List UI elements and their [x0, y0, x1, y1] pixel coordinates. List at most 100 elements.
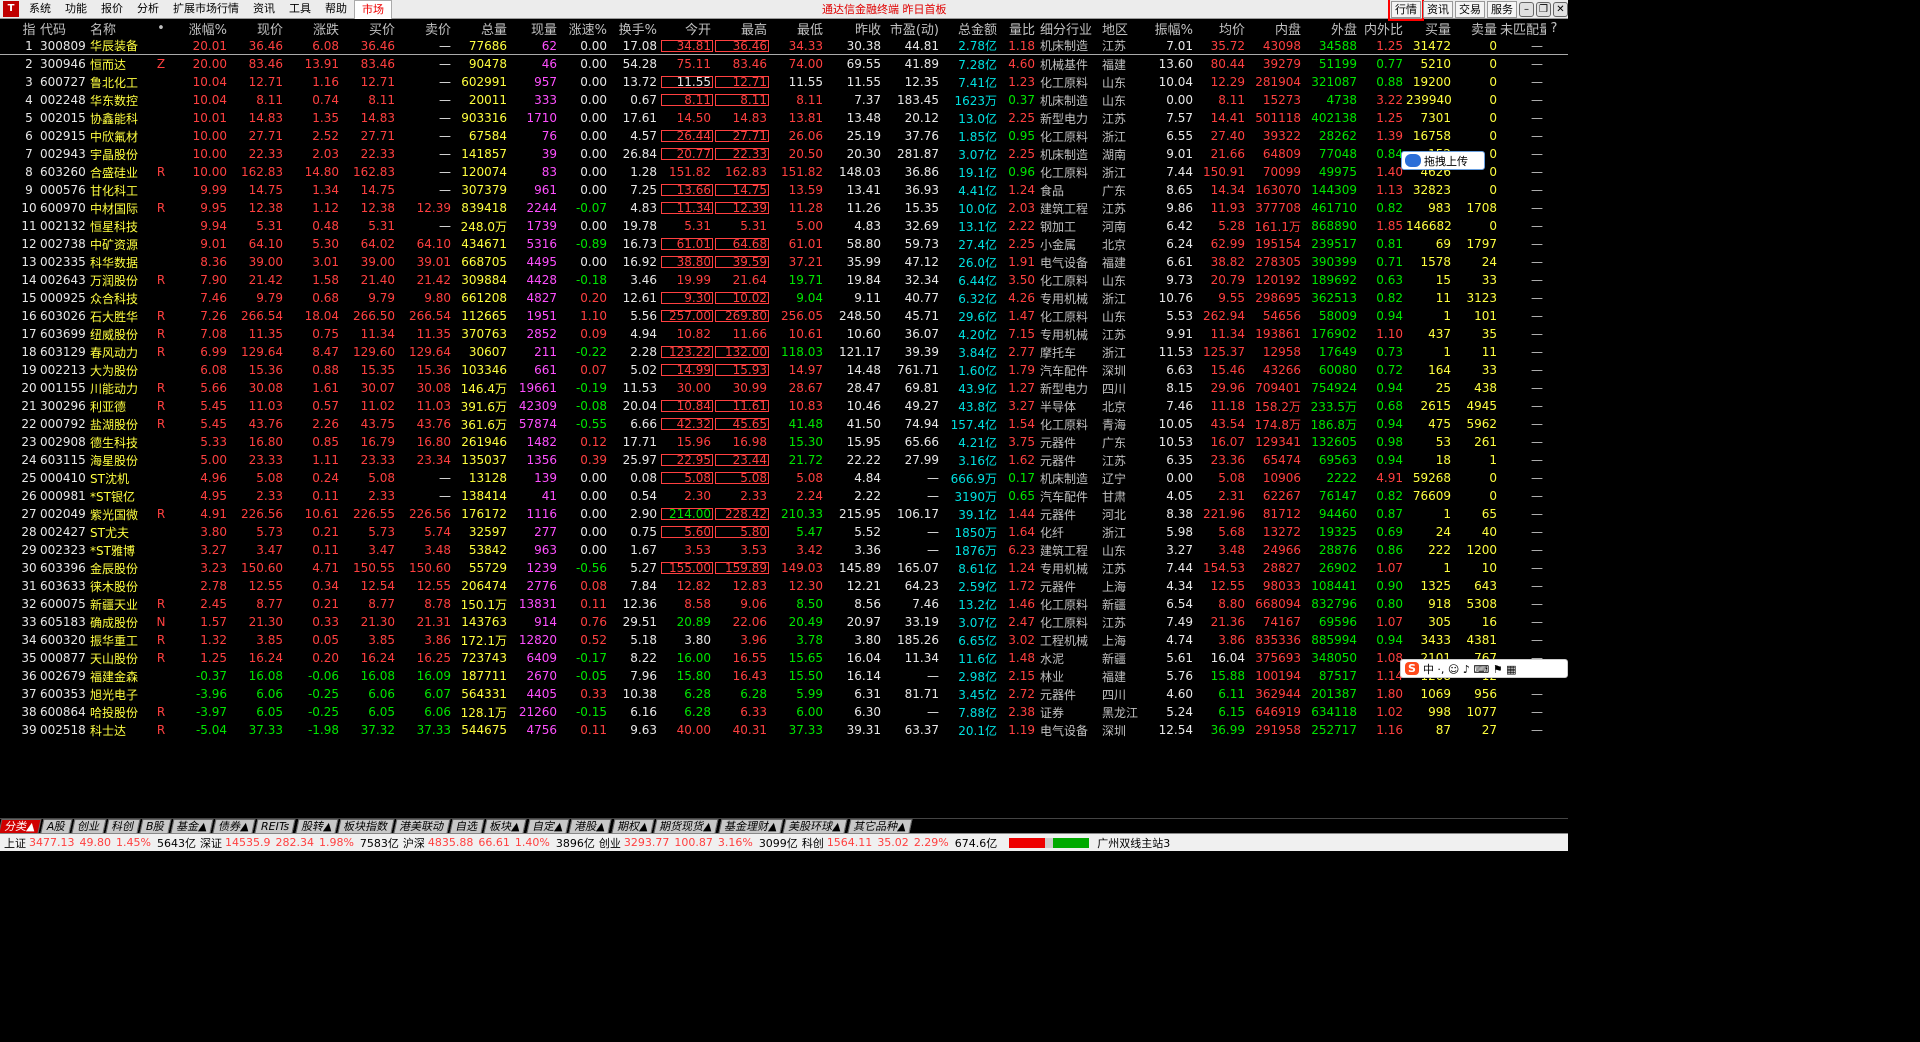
tab-2[interactable]: 创业 — [71, 819, 107, 833]
menu-market[interactable]: 市场 — [354, 0, 392, 19]
column-header[interactable]: 总金额 — [942, 19, 1000, 38]
column-header[interactable]: 内外比 — [1360, 19, 1406, 38]
table-row[interactable]: 19 002213 大为股份 6.08 15.36 0.88 15.35 15.36 10334… — [0, 361, 1568, 379]
column-header[interactable]: 均价 — [1196, 19, 1248, 38]
table-row[interactable]: 1 300809 华辰装备 20.01 36.46 6.08 36.46 — 77686 62 0.… — [0, 37, 1568, 55]
table-row[interactable]: 16 603026 石大胜华 R 7.26 266.54 18.04 266.50 266.54… — [0, 307, 1568, 325]
table-row[interactable]: 30 603396 金辰股份 3.23 150.60 4.71 150.55 150.60 55… — [0, 559, 1568, 577]
tab-16[interactable]: 期货现货▲ — [653, 819, 720, 833]
column-header[interactable]: 总量 — [454, 19, 510, 38]
menu-item[interactable]: 功能 — [58, 0, 94, 18]
table-row[interactable]: 8 603260 合盛硅业 R 10.00 162.83 14.80 162.83 — 12007… — [0, 163, 1568, 181]
column-header[interactable]: 市盈(动) — [884, 19, 942, 38]
column-header[interactable]: ? — [1546, 21, 1562, 36]
column-header[interactable]: 现量 — [510, 19, 560, 38]
trade-button[interactable]: 交易 — [1455, 1, 1485, 18]
column-header[interactable]: 代码 — [38, 19, 88, 38]
tab-6[interactable]: 债券▲ — [212, 819, 256, 833]
table-row[interactable]: 11 002132 恒星科技 9.94 5.31 0.48 5.31 — 248.0万 1739 0… — [0, 217, 1568, 235]
table-row[interactable]: 35 000877 天山股份 R 1.25 16.24 0.20 16.24 16.25 7237… — [0, 649, 1568, 667]
table-row[interactable]: 31 603633 徕木股份 2.78 12.55 0.34 12.54 12.55 20647… — [0, 577, 1568, 595]
table-row[interactable]: 22 000792 盐湖股份 R 5.45 43.76 2.26 43.75 43.76 361.… — [0, 415, 1568, 433]
tab-18[interactable]: 美股环球▲ — [782, 819, 849, 833]
tab-1[interactable]: A股 — [40, 819, 73, 833]
column-header[interactable]: 最高 — [714, 19, 770, 38]
upload-widget[interactable]: 拖拽上传 — [1401, 151, 1485, 170]
column-header[interactable]: 名称 — [88, 19, 148, 38]
menu-item[interactable]: 扩展市场行情 — [166, 0, 246, 18]
minimize-icon[interactable]: – — [1519, 2, 1534, 17]
table-row[interactable]: 34 600320 振华重工 R 1.32 3.85 0.05 3.85 3.86 172.1万 1… — [0, 631, 1568, 649]
table-row[interactable]: 39 002518 科士达 R -5.04 37.33 -1.98 37.32 37.33 544… — [0, 721, 1568, 739]
news-button[interactable]: 资讯 — [1423, 1, 1453, 18]
table-row[interactable]: 2 300946 恒而达 Z 20.00 83.46 13.91 83.46 — 90478 46 0… — [0, 55, 1568, 73]
table-row[interactable]: 12 002738 中矿资源 9.01 64.10 5.30 64.02 64.10 43467… — [0, 235, 1568, 253]
table-row[interactable]: 29 002323 *ST雅博 3.27 3.47 0.11 3.47 3.48 53842 96… — [0, 541, 1568, 559]
column-header[interactable]: 涨速% — [560, 19, 610, 38]
tab-4[interactable]: B股 — [139, 819, 172, 833]
column-header[interactable]: 今开 — [660, 19, 714, 38]
column-header[interactable]: 现价 — [230, 19, 286, 38]
column-header[interactable]: 卖价 — [398, 19, 454, 38]
tab-13[interactable]: 自定▲ — [526, 819, 570, 833]
menu-item[interactable]: 工具 — [282, 0, 318, 18]
table-row[interactable]: 7 002943 宇晶股份 10.00 22.33 2.03 22.33 — 141857 39 0… — [0, 145, 1568, 163]
column-header[interactable]: 买量 — [1406, 19, 1454, 38]
table-row[interactable]: 21 300296 利亚德 R 5.45 11.03 0.57 11.02 11.03 391.6… — [0, 397, 1568, 415]
column-header[interactable]: 振幅% — [1142, 19, 1196, 38]
column-header[interactable]: 昨收 — [826, 19, 884, 38]
tab-17[interactable]: 基金理财▲ — [718, 819, 784, 833]
tab-12[interactable]: 板块▲ — [483, 819, 528, 833]
table-row[interactable]: 23 002908 德生科技 5.33 16.80 0.85 16.79 16.80 26194… — [0, 433, 1568, 451]
column-header[interactable]: 买价 — [342, 19, 398, 38]
service-button[interactable]: 服务 — [1487, 1, 1517, 18]
table-row[interactable]: 4 002248 华东数控 10.04 8.11 0.74 8.11 — 20011 333 0.0… — [0, 91, 1568, 109]
tab-5[interactable]: 基金▲ — [170, 819, 214, 833]
menu-item[interactable]: 分析 — [130, 0, 166, 18]
tab-14[interactable]: 港股▲ — [568, 819, 613, 833]
table-row[interactable]: 27 002049 紫光国微 R 4.91 226.56 10.61 226.55 226.56… — [0, 505, 1568, 523]
column-header[interactable]: 换手% — [610, 19, 660, 38]
column-header[interactable]: 涨幅% — [174, 19, 230, 38]
table-row[interactable]: 36 002679 福建金森 -0.37 16.08 -0.06 16.08 16.09 187… — [0, 667, 1568, 685]
table-row[interactable]: 25 000410 ST沈机 4.96 5.08 0.24 5.08 — 13128 139 0.0… — [0, 469, 1568, 487]
close-icon[interactable]: ✕ — [1553, 2, 1568, 17]
tab-3[interactable]: 科创 — [105, 819, 141, 833]
menu-item[interactable]: 系统 — [22, 0, 58, 18]
tab-9[interactable]: 板块指数 — [337, 819, 395, 833]
table-row[interactable]: 15 000925 众合科技 7.46 9.79 0.68 9.79 9.80 661208 48… — [0, 289, 1568, 307]
column-header[interactable]: 量比 — [1000, 19, 1038, 38]
tab-10[interactable]: 港美联动 — [393, 819, 451, 833]
table-row[interactable]: 20 001155 川能动力 R 5.66 30.08 1.61 30.07 30.08 146.… — [0, 379, 1568, 397]
column-header[interactable]: 地区 — [1100, 19, 1142, 38]
table-row[interactable]: 5 002015 协鑫能科 10.01 14.83 1.35 14.83 — 903316 171… — [0, 109, 1568, 127]
table-row[interactable]: 33 605183 确成股份 N 1.57 21.30 0.33 21.30 21.31 1437… — [0, 613, 1568, 631]
table-row[interactable]: 32 600075 新疆天业 R 2.45 8.77 0.21 8.77 8.78 150.1万 1… — [0, 595, 1568, 613]
table-row[interactable]: 24 603115 海星股份 5.00 23.33 1.11 23.33 23.34 13503… — [0, 451, 1568, 469]
table-row[interactable]: 38 600864 哈投股份 R -3.97 6.05 -0.25 6.05 6.06 128.1… — [0, 703, 1568, 721]
column-header[interactable]: 涨跌 — [286, 19, 342, 38]
table-row[interactable]: 6 002915 中欣氟材 10.00 27.71 2.52 27.71 — 67584 76 0.… — [0, 127, 1568, 145]
column-header[interactable]: 细分行业 — [1038, 19, 1100, 38]
column-header[interactable]: 外盘 — [1304, 19, 1360, 38]
column-header[interactable]: 最低 — [770, 19, 826, 38]
restore-icon[interactable]: ❐ — [1536, 2, 1551, 17]
column-header[interactable]: 卖量 — [1454, 19, 1500, 38]
menu-item[interactable]: 资讯 — [246, 0, 282, 18]
ime-toolbar[interactable]: S 中 ·, ☺ ♪ ⌨ ⚑ ▦ — [1400, 659, 1568, 678]
table-row[interactable]: 17 603699 纽威股份 R 7.08 11.35 0.75 11.34 11.35 3707… — [0, 325, 1568, 343]
table-row[interactable]: 10 600970 中材国际 R 9.95 12.38 1.12 12.38 12.39 8394… — [0, 199, 1568, 217]
column-header[interactable]: 指 — [20, 19, 38, 38]
column-header[interactable]: 内盘 — [1248, 19, 1304, 38]
tab-19[interactable]: 其它品种▲ — [847, 819, 913, 833]
tab-0[interactable]: 分类▲ — [0, 819, 42, 833]
table-row[interactable]: 26 000981 *ST银亿 4.95 2.33 0.11 2.33 — 138414 41 0.… — [0, 487, 1568, 505]
tab-15[interactable]: 期权▲ — [611, 819, 655, 833]
quotes-button[interactable]: 行情 — [1388, 0, 1424, 21]
table-row[interactable]: 13 002335 科华数据 8.36 39.00 3.01 39.00 39.01 66870… — [0, 253, 1568, 271]
table-row[interactable]: 18 603129 春风动力 R 6.99 129.64 8.47 129.60 129.64 3… — [0, 343, 1568, 361]
table-row[interactable]: 28 002427 ST尤夫 3.80 5.73 0.21 5.73 5.74 32597 277… — [0, 523, 1568, 541]
table-row[interactable]: 14 002643 万润股份 R 7.90 21.42 1.58 21.40 21.42 3098… — [0, 271, 1568, 289]
table-row[interactable]: 3 600727 鲁北化工 10.04 12.71 1.16 12.71 — 602991 957… — [0, 73, 1568, 91]
column-header[interactable]: • — [148, 21, 174, 36]
